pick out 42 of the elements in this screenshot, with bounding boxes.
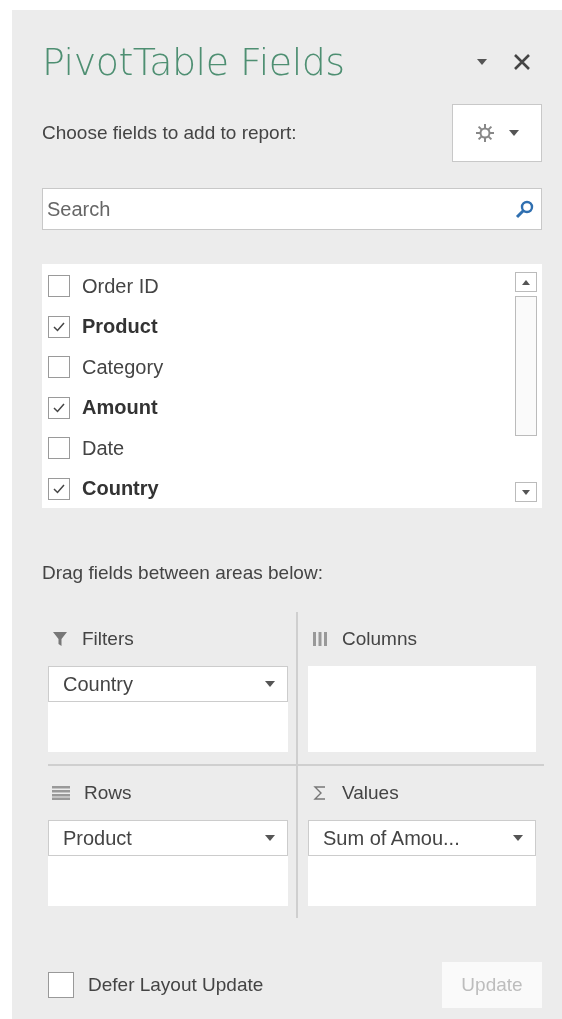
funnel-icon: [52, 631, 68, 647]
sigma-icon: [312, 785, 328, 801]
scroll-down-button[interactable]: [515, 482, 537, 502]
area-title: Columns: [342, 628, 417, 650]
checkbox-label: Defer Layout Update: [88, 974, 264, 996]
field-label: Country: [82, 477, 159, 501]
area-title: Filters: [82, 628, 134, 650]
field-label: Order ID: [82, 274, 159, 298]
gear-icon: [475, 123, 495, 143]
scrollbar-thumb[interactable]: [515, 296, 537, 436]
checkbox[interactable]: [48, 972, 74, 998]
area-title: Rows: [84, 782, 132, 804]
checkbox[interactable]: [48, 437, 70, 460]
checkbox[interactable]: [48, 315, 70, 338]
scroll-up-button[interactable]: [515, 272, 537, 292]
caret-icon: [509, 130, 519, 136]
caret-up-icon: [522, 279, 530, 285]
pane-title: PivotTable Fields: [42, 40, 346, 84]
field-label: Product: [82, 315, 158, 339]
field-label: Category: [82, 355, 164, 379]
instruction-text: Choose fields to add to report:: [42, 122, 297, 144]
checkbox[interactable]: [48, 275, 70, 298]
rows-icon: [52, 786, 70, 800]
checkbox[interactable]: [48, 477, 70, 500]
caret-down-icon: [522, 489, 530, 495]
caret-icon: [265, 835, 275, 841]
checkbox[interactable]: [48, 356, 70, 379]
field-label: Amount: [82, 396, 158, 420]
field-chip[interactable]: Product: [48, 820, 288, 856]
areas-instruction: Drag fields between areas below:: [42, 562, 324, 584]
field-chip[interactable]: Country: [48, 666, 288, 702]
area-title: Values: [342, 782, 399, 804]
field-chip[interactable]: Sum of Amou...: [308, 820, 536, 856]
checkbox[interactable]: [48, 396, 70, 419]
caret-icon: [513, 835, 523, 841]
columns-icon: [312, 631, 328, 647]
tools-button[interactable]: [452, 104, 542, 162]
caret-icon: [477, 59, 487, 65]
field-label: Date: [82, 436, 125, 460]
close-icon: [513, 53, 531, 71]
caret-icon: [265, 681, 275, 687]
search-icon: [515, 199, 535, 219]
